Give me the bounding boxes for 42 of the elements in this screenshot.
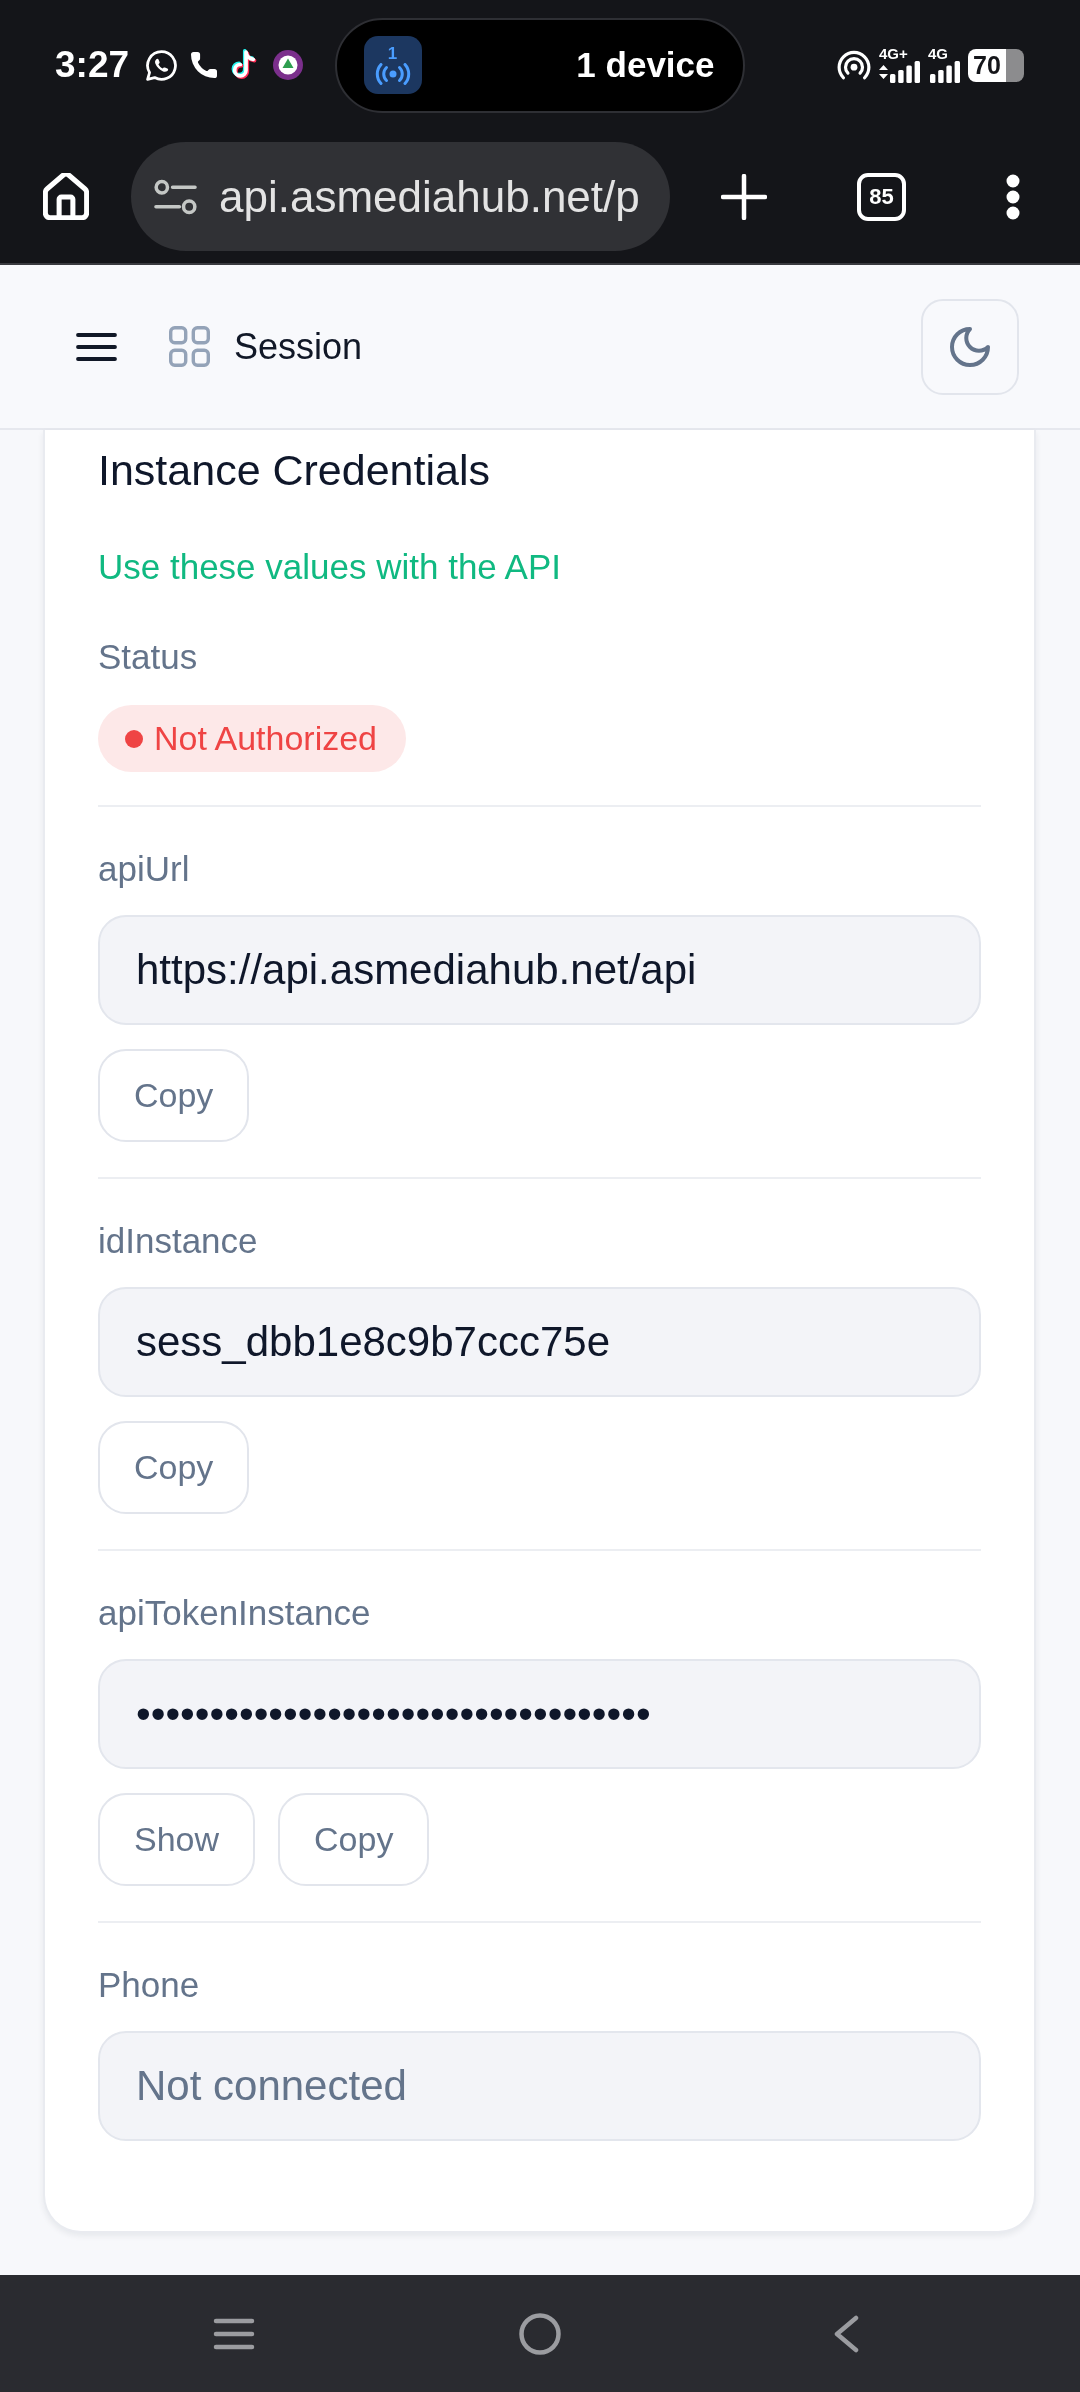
signal-icon — [930, 61, 960, 83]
page-title: Session — [234, 325, 363, 368]
field-label: idInstance — [98, 1220, 258, 1262]
device-count: 1 device — [576, 45, 715, 85]
input-field[interactable]: Not connected — [98, 2031, 981, 2141]
input-field[interactable]: sess_dbb1e8c9b7ccc75e — [98, 1287, 981, 1397]
signal-icon — [890, 61, 920, 83]
theme-toggle-button[interactable] — [921, 298, 1019, 395]
chat-bubble-icon — [146, 49, 178, 81]
tile-count: 1 — [387, 45, 398, 62]
tab-count-button[interactable]: 85 — [857, 172, 906, 221]
tune-icon[interactable] — [154, 178, 197, 215]
field-label: Status — [98, 636, 198, 678]
phone-icon — [191, 52, 218, 78]
clock-time: 3:27 — [55, 44, 130, 86]
more-vertical-icon[interactable] — [1005, 173, 1021, 220]
network-type: 4G — [928, 47, 949, 61]
action-button[interactable]: Show — [98, 1793, 256, 1886]
battery-indicator: 70 — [968, 48, 1024, 82]
grid-icon — [169, 326, 210, 367]
round-emblem-icon — [273, 50, 304, 80]
address-bar[interactable]: api.asmediahub.net/p — [131, 142, 670, 251]
plus-icon[interactable] — [721, 173, 767, 220]
broadcast-icon — [374, 62, 411, 85]
action-button[interactable]: Copy — [98, 1421, 250, 1514]
field-label: apiUrl — [98, 848, 190, 890]
action-button[interactable]: Copy — [278, 1793, 430, 1886]
recent-apps-icon[interactable] — [213, 2317, 255, 2350]
card-title: Instance Credentials — [98, 445, 490, 496]
moon-icon — [950, 326, 990, 367]
hotspot-icon — [837, 50, 871, 80]
action-button[interactable]: Copy — [98, 1049, 250, 1142]
field-label: apiTokenInstance — [98, 1592, 371, 1634]
card-subtitle: Use these values with the API — [98, 546, 562, 588]
input-field[interactable]: ••••••••••••••••••••••••••••••••••• — [98, 1659, 981, 1769]
input-field[interactable]: https://api.asmediahub.net/api — [98, 915, 981, 1025]
back-icon[interactable] — [833, 2314, 859, 2353]
field-label: Phone — [98, 1964, 200, 2006]
status-text: Not Authorized — [154, 719, 378, 758]
status-dot-icon — [125, 729, 143, 748]
menu-icon[interactable] — [76, 332, 117, 361]
network-type: 4G+ — [879, 47, 909, 61]
